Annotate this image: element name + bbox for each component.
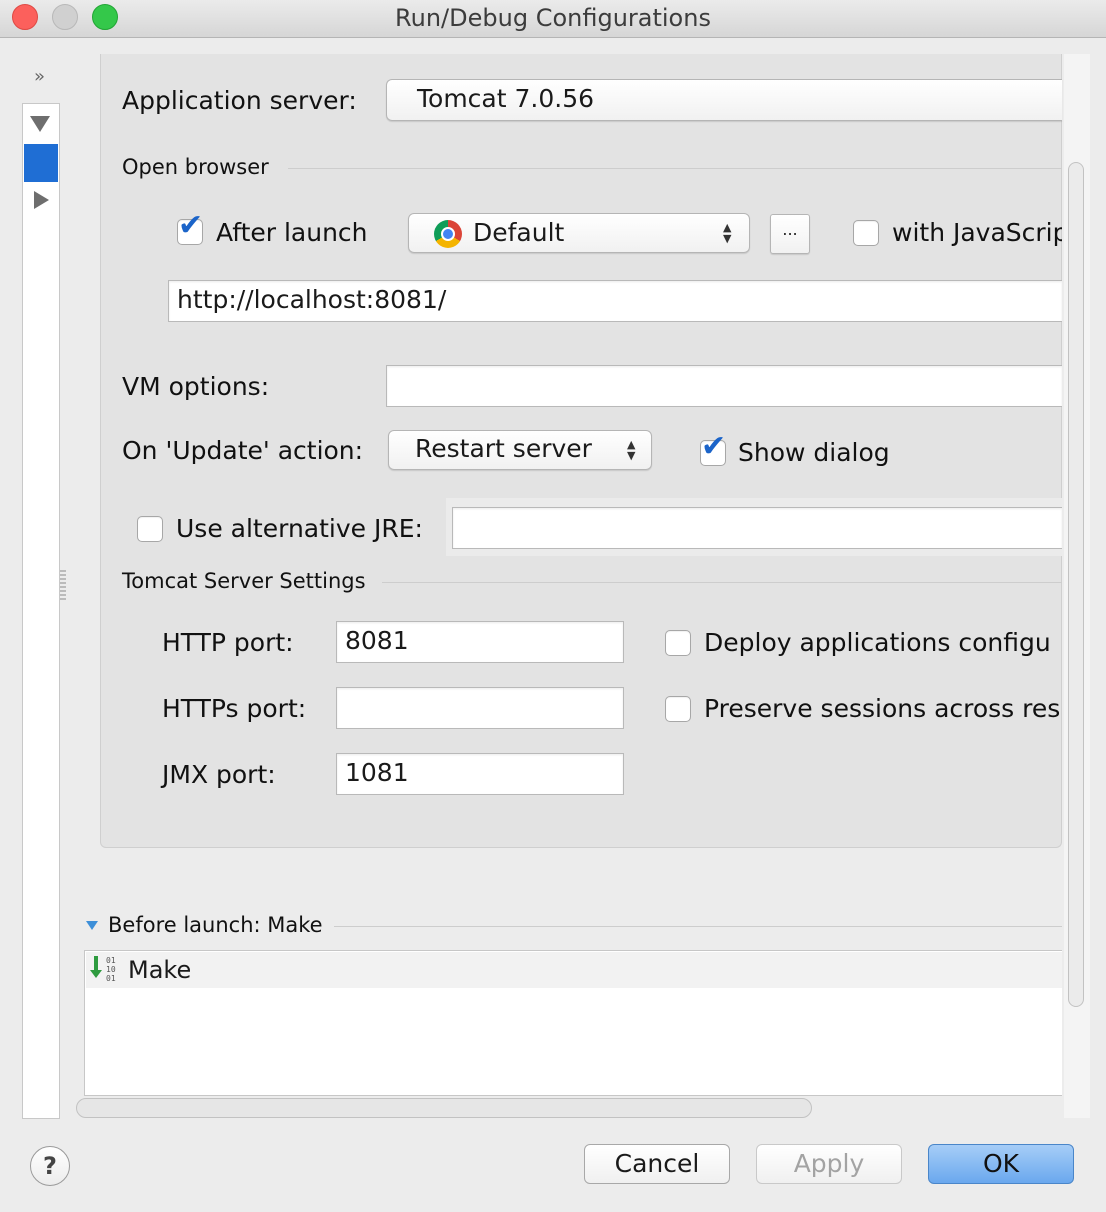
- select-arrows-icon: ▲ ▼: [723, 221, 732, 245]
- open-browser-section-label: Open browser: [122, 155, 269, 179]
- browser-select[interactable]: Default ▲ ▼: [408, 213, 750, 253]
- show-dialog-check-icon: ✔: [701, 429, 727, 464]
- deploy-apps-label: Deploy applications configu: [704, 628, 1051, 657]
- list-item[interactable]: 01 10 01 Make: [86, 952, 1062, 988]
- tomcat-settings-section-label: Tomcat Server Settings: [122, 569, 366, 593]
- app-server-label: Application server:: [122, 86, 357, 115]
- preserve-sessions-label: Preserve sessions across res: [704, 694, 1061, 723]
- section-divider: [382, 582, 1062, 583]
- expand-chevron-icon[interactable]: »: [34, 66, 45, 87]
- jmx-port-label: JMX port:: [162, 760, 276, 789]
- alt-jre-label: Use alternative JRE:: [176, 514, 423, 543]
- make-item-label: Make: [128, 956, 192, 984]
- help-button[interactable]: ?: [30, 1146, 70, 1186]
- preserve-sessions-checkbox[interactable]: [665, 696, 691, 722]
- ok-button[interactable]: OK: [928, 1144, 1074, 1184]
- http-port-field[interactable]: 8081: [336, 621, 624, 663]
- with-javascript-checkbox[interactable]: [853, 220, 879, 246]
- alt-jre-field[interactable]: [452, 507, 1062, 549]
- configuration-tree[interactable]: [22, 103, 60, 1119]
- before-launch-label: Before launch: Make: [108, 913, 323, 937]
- alt-jre-checkbox[interactable]: [137, 516, 163, 542]
- before-launch-collapse-icon[interactable]: [86, 921, 98, 930]
- browser-select-value: Default: [473, 218, 565, 247]
- show-dialog-label: Show dialog: [738, 438, 890, 467]
- vm-options-label: VM options:: [122, 372, 270, 401]
- browse-ellipsis-button[interactable]: ...: [770, 214, 810, 254]
- with-javascript-label: with JavaScrip: [892, 218, 1062, 247]
- window-title: Run/Debug Configurations: [395, 4, 711, 32]
- section-divider: [334, 926, 1062, 927]
- vm-options-field[interactable]: [386, 365, 1062, 407]
- jmx-port-field[interactable]: 1081: [336, 753, 624, 795]
- update-action-value: Restart server: [415, 434, 592, 463]
- https-port-field[interactable]: [336, 687, 624, 729]
- tree-selected-item[interactable]: [24, 144, 58, 182]
- app-server-select[interactable]: Tomcat 7.0.56: [386, 79, 1062, 121]
- select-arrows-icon: ▲ ▼: [627, 438, 636, 462]
- chrome-icon: [434, 220, 462, 248]
- after-launch-label: After launch: [216, 218, 368, 247]
- splitter-handle[interactable]: [60, 570, 66, 602]
- update-action-select[interactable]: Restart server ▲ ▼: [388, 430, 652, 470]
- tree-expand-arrow-icon[interactable]: [30, 116, 50, 132]
- apply-button[interactable]: Apply: [756, 1144, 902, 1184]
- update-action-label: On 'Update' action:: [122, 436, 364, 465]
- deploy-apps-checkbox[interactable]: [665, 630, 691, 656]
- vertical-scrollbar-thumb[interactable]: [1068, 162, 1084, 1007]
- horizontal-scrollbar-thumb[interactable]: [76, 1098, 812, 1118]
- url-field[interactable]: http://localhost:8081/: [168, 280, 1062, 322]
- make-icon: 01 10 01: [90, 956, 122, 984]
- https-port-label: HTTPs port:: [162, 694, 307, 723]
- tree-collapsed-arrow-icon[interactable]: [34, 191, 49, 209]
- after-launch-check-icon: ✔: [178, 208, 204, 243]
- cancel-button[interactable]: Cancel: [584, 1144, 730, 1184]
- http-port-label: HTTP port:: [162, 628, 294, 657]
- section-divider: [288, 168, 1062, 169]
